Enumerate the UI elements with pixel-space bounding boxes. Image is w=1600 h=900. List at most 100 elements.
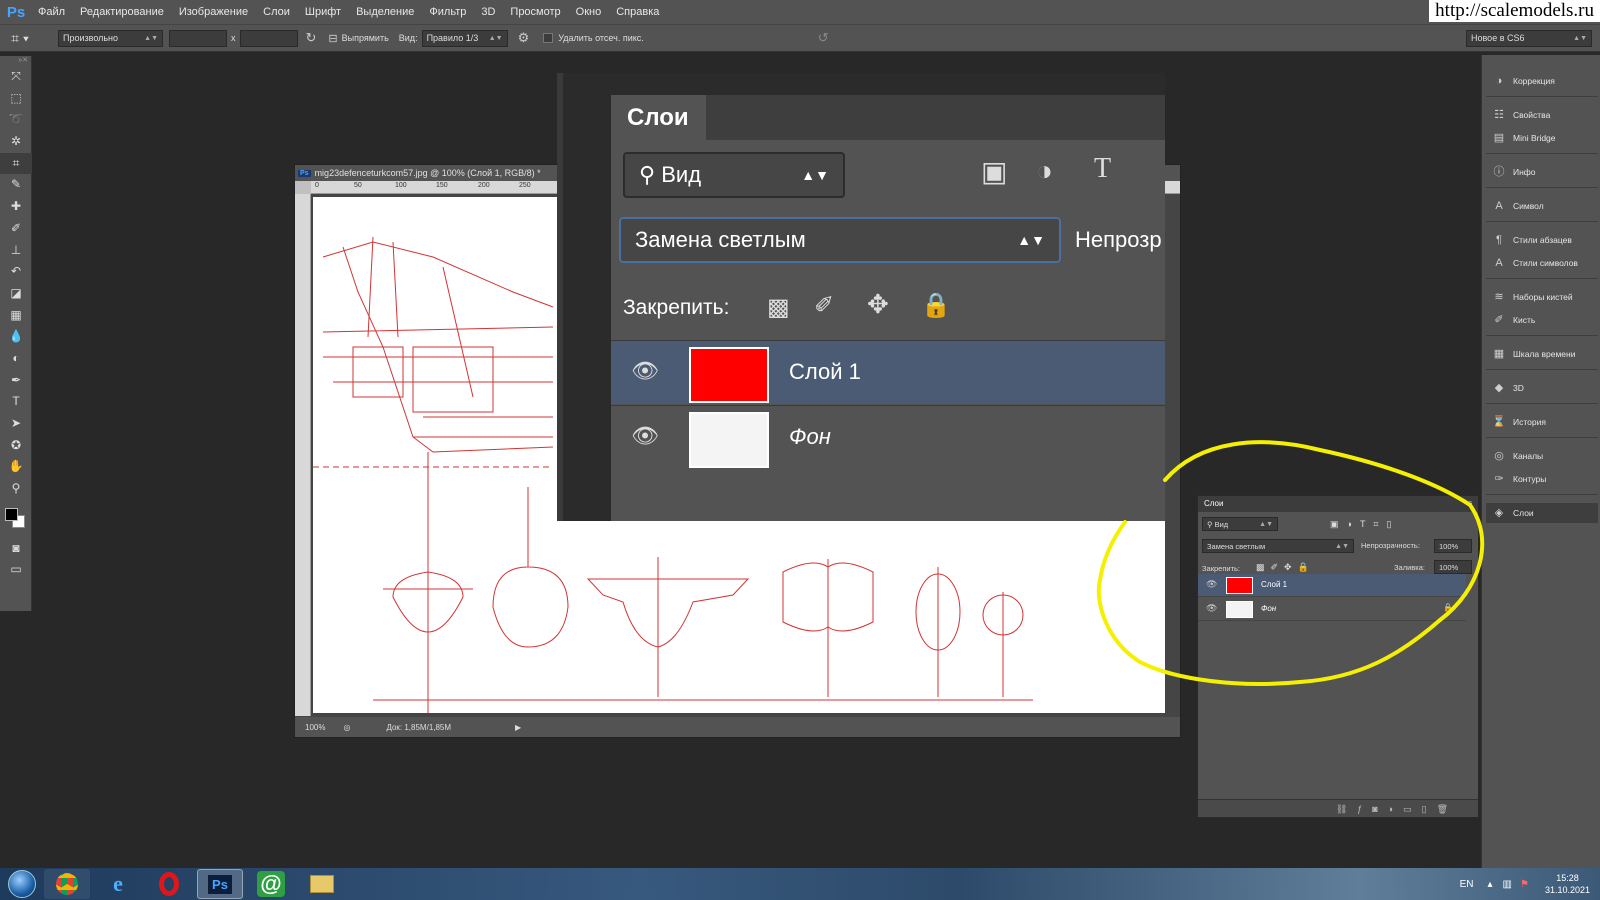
lock-transparent-icon[interactable]: ▩ xyxy=(767,293,790,322)
width-input[interactable] xyxy=(169,29,227,47)
dock-3d[interactable]: ◆ 3D xyxy=(1486,378,1598,398)
color-swatches[interactable] xyxy=(0,500,32,538)
menu-help[interactable]: Справка xyxy=(610,6,668,18)
collapse-icon[interactable]: »✕ xyxy=(0,56,31,66)
crop-tool-icon[interactable]: ⌗ xyxy=(0,152,32,175)
status-menu-arrow-icon[interactable]: ▶ xyxy=(515,723,521,732)
opera-taskbar-button[interactable] xyxy=(146,869,192,899)
image-filter-icon[interactable]: ▣ xyxy=(981,155,1007,188)
marquee-tool-icon[interactable]: ⬚ xyxy=(0,88,32,110)
menu-type[interactable]: Шрифт xyxy=(299,6,350,18)
height-input[interactable] xyxy=(239,29,298,47)
menu-select[interactable]: Выделение xyxy=(350,6,423,18)
dock-brush-presets[interactable]: ≋ Наборы кистей xyxy=(1486,287,1598,307)
internet-explorer-taskbar-button[interactable]: e xyxy=(95,869,141,899)
dock-character[interactable]: A Символ xyxy=(1486,196,1598,216)
filter-icons[interactable]: ▣◑T⌗▯ xyxy=(1330,519,1399,530)
reset-icon[interactable]: ↺ xyxy=(818,30,829,46)
layer-row-1[interactable]: 👁 Слой 1 xyxy=(1198,574,1466,597)
language-indicator[interactable]: EN xyxy=(1460,879,1474,890)
status-icon[interactable]: ◎ xyxy=(343,723,350,732)
straighten-button[interactable]: Выпрямить xyxy=(342,33,389,43)
zoom-tool-icon[interactable]: ⚲ xyxy=(0,478,32,500)
dock-character-styles[interactable]: A Стили символов xyxy=(1486,253,1598,273)
lock-all-icon[interactable]: 🔒 xyxy=(921,291,951,320)
screen-mode-icon[interactable]: ▭ xyxy=(0,559,32,581)
delete-cropped-checkbox[interactable] xyxy=(543,33,554,43)
zoomed-layer-name[interactable]: Фон xyxy=(789,424,831,450)
tray-expand-icon[interactable]: ▴ xyxy=(1488,879,1493,890)
swap-icon[interactable]: ↻ xyxy=(306,30,317,46)
type-filter-icon[interactable]: T xyxy=(1094,153,1111,185)
clone-stamp-tool-icon[interactable]: ⊥ xyxy=(0,240,32,262)
menu-3d[interactable]: 3D xyxy=(475,6,504,18)
zoomed-blend-mode-select[interactable]: Замена светлым ▲▼ xyxy=(619,217,1061,263)
brush-tool-icon[interactable]: ✐ xyxy=(0,218,32,240)
ratio-select[interactable]: Произвольно ▲▼ xyxy=(58,29,163,47)
zoomed-layer-row-1[interactable]: 👁 Слой 1 xyxy=(611,340,1165,404)
filter-select[interactable]: ⚲ Вид ▲▼ xyxy=(1202,517,1278,531)
fill-input[interactable]: 100% xyxy=(1434,560,1472,574)
layers-tab[interactable]: Слои ≡ xyxy=(1198,496,1478,512)
magic-wand-tool-icon[interactable]: ✲ xyxy=(0,131,32,153)
mail-agent-taskbar-button[interactable]: @ xyxy=(248,869,294,899)
layer-row-2[interactable]: 👁 Фон 🔒 xyxy=(1198,598,1466,621)
dock-mini-bridge[interactable]: ▤ Mini Bridge xyxy=(1486,128,1598,148)
healing-brush-tool-icon[interactable]: ✚ xyxy=(0,196,32,218)
layers-panel-footer-icons[interactable]: ⛓ƒ◙◑▭▯🗑 xyxy=(1198,799,1478,817)
dodge-tool-icon[interactable]: ◐ xyxy=(0,348,32,370)
photoshop-taskbar-button[interactable]: Ps xyxy=(197,869,243,899)
visibility-eye-icon[interactable]: 👁 xyxy=(1206,579,1217,590)
shape-tool-icon[interactable]: ✪ xyxy=(0,435,32,457)
zoom-level[interactable]: 100% xyxy=(305,723,325,732)
visibility-eye-icon[interactable]: 👁 xyxy=(631,423,659,449)
zoomed-layer-row-2[interactable]: 👁 Фон xyxy=(611,405,1165,469)
network-icon[interactable]: ▥ xyxy=(1503,879,1512,890)
workspace-select[interactable]: Новое в CS6 ▲▼ xyxy=(1466,29,1592,47)
visibility-eye-icon[interactable]: 👁 xyxy=(631,358,659,384)
opacity-input[interactable]: 100% xyxy=(1434,539,1472,553)
history-brush-tool-icon[interactable]: ↶ xyxy=(0,261,32,283)
chrome-taskbar-button[interactable] xyxy=(44,869,90,899)
vertical-ruler[interactable] xyxy=(295,194,311,716)
dock-paragraph-styles[interactable]: ¶ Стили абзацев xyxy=(1486,230,1598,250)
eraser-tool-icon[interactable]: ◪ xyxy=(0,283,32,305)
menu-view[interactable]: Просмотр xyxy=(504,6,569,18)
view-select[interactable]: Правило 1/3 ▲▼ xyxy=(421,29,508,47)
clock[interactable]: 15:28 31.10.2021 xyxy=(1545,872,1590,896)
panel-menu-icon[interactable]: ≡ xyxy=(1467,496,1472,512)
pen-tool-icon[interactable]: ✒ xyxy=(0,370,32,392)
dock-timeline[interactable]: ▦ Шкала времени xyxy=(1486,344,1598,364)
ruler-corner[interactable] xyxy=(295,181,311,194)
visibility-eye-icon[interactable]: 👁 xyxy=(1206,603,1217,614)
action-center-flag-icon[interactable]: ⚑ xyxy=(1520,879,1529,890)
move-tool-icon[interactable]: ⤧ xyxy=(0,66,32,88)
hand-tool-icon[interactable]: ✋ xyxy=(0,456,32,478)
lasso-tool-icon[interactable]: ➰ xyxy=(0,109,32,131)
quick-mask-icon[interactable]: ◙ xyxy=(0,538,32,560)
dock-paths[interactable]: ✑ Контуры xyxy=(1486,469,1598,489)
foreground-color-swatch[interactable] xyxy=(5,507,18,521)
layer-name[interactable]: Фон xyxy=(1261,604,1276,613)
menu-edit[interactable]: Редактирование xyxy=(74,6,173,18)
file-explorer-taskbar-button[interactable] xyxy=(299,869,345,899)
dock-adjustments[interactable]: ◑ Коррекция xyxy=(1486,71,1598,91)
menu-layer[interactable]: Слои xyxy=(257,6,299,18)
dock-info[interactable]: ⓘ Инфо xyxy=(1486,162,1598,182)
menu-window[interactable]: Окно xyxy=(570,6,611,18)
layer-name[interactable]: Слой 1 xyxy=(1261,580,1287,589)
blend-mode-select[interactable]: Замена светлым ▲▼ xyxy=(1202,539,1354,553)
zoomed-filter-select[interactable]: ⚲ Вид ▲▼ xyxy=(623,152,845,198)
dock-channels[interactable]: ◎ Каналы xyxy=(1486,446,1598,466)
gear-icon[interactable]: ⚙ xyxy=(518,30,530,46)
lock-brush-icon[interactable]: ✐ xyxy=(814,291,834,320)
dock-history[interactable]: ⌛ История xyxy=(1486,412,1598,432)
crop-icon[interactable]: ⌗ ▾ xyxy=(0,30,40,47)
blur-tool-icon[interactable]: 💧 xyxy=(0,326,32,348)
straighten-icon[interactable]: ⊟ xyxy=(328,32,337,45)
lock-icons[interactable]: ▩✐✥🔒 xyxy=(1256,562,1315,573)
zoomed-tab-layers[interactable]: Слои xyxy=(611,95,706,140)
type-tool-icon[interactable]: T xyxy=(0,391,32,413)
menu-file[interactable]: Файл xyxy=(32,6,74,18)
start-button[interactable] xyxy=(0,868,44,900)
